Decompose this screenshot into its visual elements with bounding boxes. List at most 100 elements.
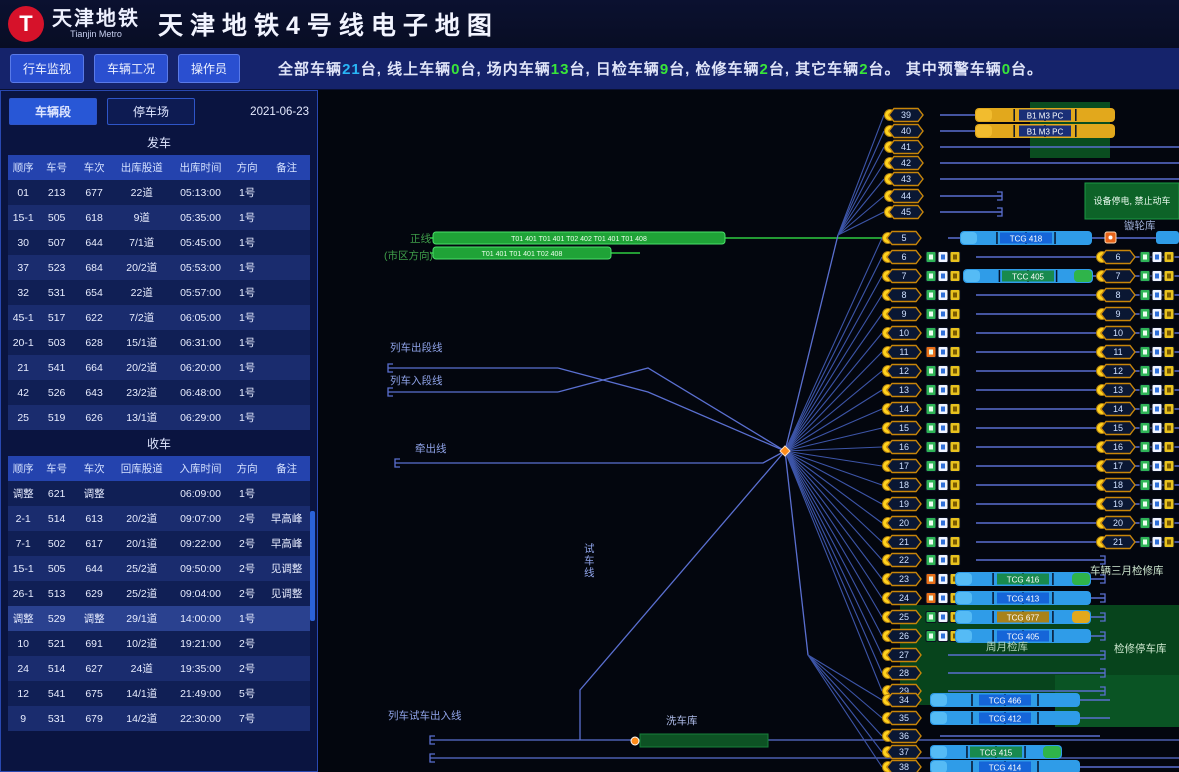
track-badge[interactable]: 22	[883, 554, 922, 567]
track-badge[interactable]: 17	[883, 460, 922, 473]
track-badge[interactable]: 13	[1097, 384, 1136, 397]
track-badge[interactable]: 8	[1097, 289, 1136, 302]
track-badge[interactable]: 21	[883, 536, 922, 549]
track-badge[interactable]: 41	[885, 141, 924, 154]
table-row[interactable]: 4252664323/2道06:48:001号	[8, 380, 310, 405]
panel-tabs-row: 车辆段停车场 2021-06-23	[1, 91, 317, 129]
track-badge[interactable]: 20	[1097, 517, 1136, 530]
track-badge[interactable]: 7	[1097, 270, 1136, 283]
track-badge[interactable]: 11	[883, 346, 922, 359]
table-row[interactable]: 20-150362815/1道06:31:001号	[8, 330, 310, 355]
track-badge[interactable]: 27	[883, 649, 922, 662]
mainline-train[interactable]: T01 401 T01 401 T02 408	[433, 247, 611, 259]
table-row[interactable]: 45-15176227/2道06:05:001号	[8, 305, 310, 330]
track-badge[interactable]: 8	[883, 289, 922, 302]
track-badge[interactable]: 10	[883, 327, 922, 340]
table-row[interactable]: 2551962613/1道06:29:001号	[8, 405, 310, 430]
toolbar-button-2[interactable]: 操作员	[178, 54, 240, 83]
train[interactable]: TCG 412	[930, 711, 1080, 725]
track-badge[interactable]: 9	[883, 308, 922, 321]
track-badge[interactable]: 16	[1097, 441, 1136, 454]
track-badge[interactable]: 11	[1097, 346, 1136, 359]
table-row[interactable]: 7-150261720/1道09:22:002号早高峰	[8, 531, 310, 556]
track-badge[interactable]: 38	[883, 761, 922, 772]
train[interactable]: B1 M3 PC	[975, 124, 1115, 138]
tab-0[interactable]: 车辆段	[9, 98, 97, 125]
track-badge[interactable]: 16	[883, 441, 922, 454]
track-badge[interactable]: 6	[1097, 251, 1136, 264]
train[interactable]: TCG 415	[930, 745, 1062, 759]
fan-line	[785, 390, 882, 451]
panel-scrollbar[interactable]	[310, 511, 315, 621]
track-badge[interactable]: 34	[883, 694, 922, 707]
track-badge[interactable]: 44	[885, 190, 924, 203]
toolbar-button-0[interactable]: 行车监视	[10, 54, 84, 83]
track-badge[interactable]: 12	[883, 365, 922, 378]
table-row[interactable]: 305076447/1道05:45:001号	[8, 230, 310, 255]
table-row[interactable]: 1052169110/2道19:21:002号	[8, 631, 310, 656]
track-badge[interactable]: 36	[883, 730, 922, 743]
track-badge[interactable]: 19	[1097, 498, 1136, 511]
track-badge[interactable]: 40	[885, 125, 924, 138]
diagram-label: 周月检库	[986, 640, 1028, 653]
track-badge[interactable]: 17	[1097, 460, 1136, 473]
track-badge[interactable]: 39	[885, 109, 924, 122]
track-badge[interactable]: 25	[883, 611, 922, 624]
track-badge[interactable]: 24	[883, 592, 922, 605]
table-row[interactable]: 调整621调整06:09:001号	[8, 481, 310, 506]
train[interactable]: TCG 413	[955, 591, 1091, 605]
table-row[interactable]: 3253165422道05:57:001号	[8, 280, 310, 305]
table-row[interactable]: 2154166420/2道06:20:001号	[8, 355, 310, 380]
train-label: TCG 414	[989, 764, 1022, 772]
track-badge[interactable]: 12	[1097, 365, 1136, 378]
tab-1[interactable]: 停车场	[107, 98, 195, 125]
track-badge[interactable]: 45	[885, 206, 924, 219]
train[interactable]: TCG 414	[930, 760, 1080, 772]
track-badge[interactable]: 15	[883, 422, 922, 435]
track-badge[interactable]: 21	[1097, 536, 1136, 549]
table-row[interactable]: 15-150564425/2道09:50:002号见调整	[8, 556, 310, 581]
table-row[interactable]: 2451462724道19:35:002号	[8, 656, 310, 681]
track-badge[interactable]: 7	[883, 270, 922, 283]
mainline-train[interactable]: T01 401 T01 401 T02 402 T01 401 T01 408	[433, 232, 725, 244]
table-row[interactable]: 2-151461320/2道09:07:002号早高峰	[8, 506, 310, 531]
table-row[interactable]: 1254167514/1道21:49:005号	[8, 681, 310, 706]
train[interactable]: TCG 677	[955, 610, 1091, 624]
track-badge[interactable]: 23	[883, 573, 922, 586]
track-badge[interactable]: 42	[885, 157, 924, 170]
track-badge[interactable]: 13	[883, 384, 922, 397]
track-badge[interactable]: 14	[1097, 403, 1136, 416]
fan-line	[838, 115, 884, 235]
table-row[interactable]: 953167914/2道22:30:007号	[8, 706, 310, 731]
track-badge[interactable]: 6	[883, 251, 922, 264]
track-badge[interactable]: 15	[1097, 422, 1136, 435]
track-badge[interactable]: 18	[883, 479, 922, 492]
table-row[interactable]: 26-151362925/2道09:04:002号见调整	[8, 581, 310, 606]
track-status-glyph	[929, 521, 933, 526]
cell: 626	[75, 405, 114, 430]
table-row[interactable]: 3752368420/2道05:53:001号	[8, 255, 310, 280]
table-row[interactable]: 0121367722道05:13:001号	[8, 180, 310, 205]
track-badge[interactable]: 37	[883, 746, 922, 759]
track-badge[interactable]: 10	[1097, 327, 1136, 340]
train[interactable]: B1 M3 PC	[975, 108, 1115, 122]
track-badge[interactable]: 43	[885, 173, 924, 186]
track-badge[interactable]: 35	[883, 712, 922, 725]
track-badge[interactable]: 19	[883, 498, 922, 511]
train[interactable]: TCG 416	[955, 572, 1091, 586]
track-badge[interactable]: 14	[883, 403, 922, 416]
track-badge[interactable]: 26	[883, 630, 922, 643]
train[interactable]: TCC 405	[963, 269, 1093, 283]
train[interactable]: TCG 418	[960, 231, 1092, 245]
track-badge[interactable]: 5	[883, 232, 922, 245]
track-badge[interactable]: 9	[1097, 308, 1136, 321]
toolbar-button-1[interactable]: 车辆工况	[94, 54, 168, 83]
track-number: 14	[899, 404, 909, 414]
track-badge[interactable]: 28	[883, 667, 922, 680]
train[interactable]: TCG 466	[930, 693, 1080, 707]
train-head	[964, 270, 980, 282]
track-badge[interactable]: 20	[883, 517, 922, 530]
track-badge[interactable]: 18	[1097, 479, 1136, 492]
table-row[interactable]: 15-15056189道05:35:001号	[8, 205, 310, 230]
table-row[interactable]: 调整529调整29/1道14:00:001号	[8, 606, 310, 631]
